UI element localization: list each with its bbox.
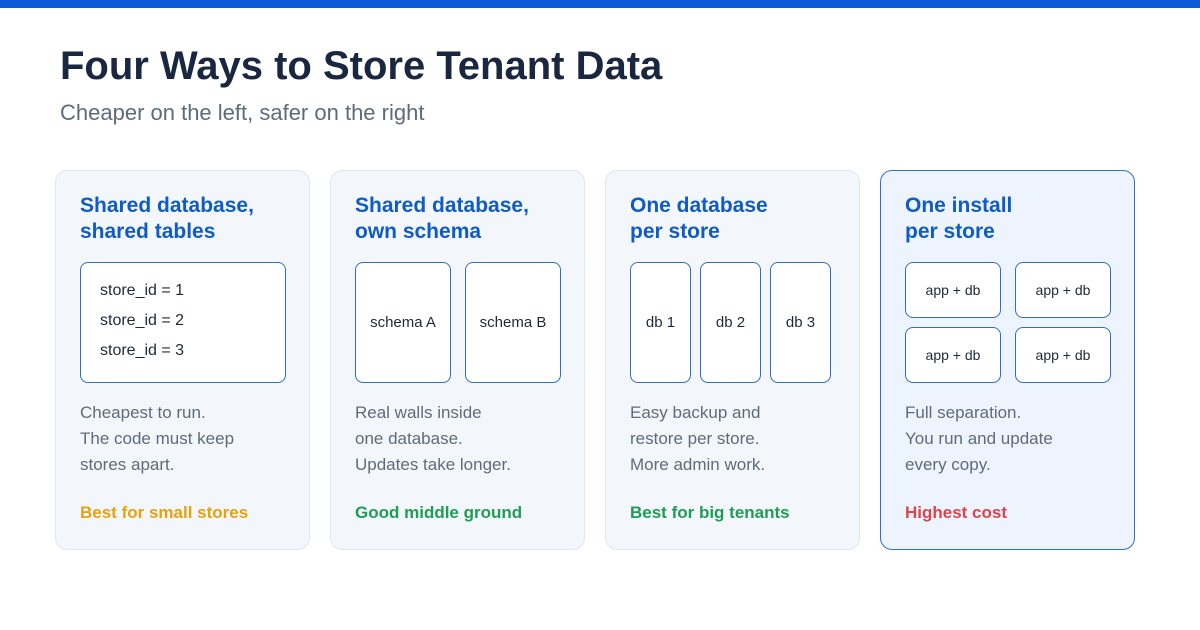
database-box: db 1 [630,262,691,383]
card-shared-tables: Shared database, shared tables store_id … [55,170,310,550]
card-verdict: Highest cost [905,503,1008,522]
card-title-line: One database [630,194,768,217]
description-line: restore per store. [630,429,760,448]
card-title-line: per store [905,220,995,243]
schema-box: schema A [355,262,451,383]
card-db-per-store: One database per store db 1 db 2 db 3 Ea… [605,170,860,550]
description-line: Easy backup and [630,403,761,422]
card-title: Shared database, own schema [355,193,529,245]
card-verdict: Good middle ground [355,503,523,522]
description-line: Updates take longer. [355,455,511,474]
card-title-line: per store [630,220,720,243]
top-accent-bar [0,0,1200,8]
card-title-line: shared tables [80,220,216,243]
page-title: Four Ways to Store Tenant Data [60,44,663,88]
install-box: app + db [905,327,1001,383]
card-title-line: Shared database, [355,194,529,217]
description-line: stores apart. [80,455,175,474]
card-verdict: Best for small stores [80,503,249,522]
page-subtitle: Cheaper on the left, safer on the right [60,100,425,125]
card-title-line: One install [905,194,1013,217]
card-title-line: Shared database, [80,194,254,217]
card-install-per-store: One install per store app + db app + db … [880,170,1135,550]
card-description: Easy backup and restore per store. More … [630,400,765,478]
install-box: app + db [1015,327,1111,383]
install-box: app + db [1015,262,1111,318]
description-line: The code must keep [80,429,235,448]
card-description: Real walls inside one database. Updates … [355,400,511,478]
table-row: store_id = 1 [100,282,185,299]
card-title: One install per store [905,193,1012,245]
card-description: Full separation. You run and update ever… [905,400,1053,478]
install-box: app + db [905,262,1001,318]
card-own-schema: Shared database, own schema schema A sch… [330,170,585,550]
card-title: One database per store [630,193,768,245]
table-row: store_id = 3 [100,342,185,359]
table-row: store_id = 2 [100,312,185,329]
description-line: Cheapest to run. [80,403,206,422]
description-line: every copy. [905,455,991,474]
card-title: Shared database, shared tables [80,193,254,245]
database-box: db 3 [770,262,831,383]
description-line: one database. [355,429,463,448]
card-description: Cheapest to run. The code must keep stor… [80,400,234,478]
schema-box: schema B [465,262,561,383]
shared-table-box: store_id = 1 store_id = 2 store_id = 3 [80,262,286,383]
database-box: db 2 [700,262,761,383]
card-title-line: own schema [355,220,482,243]
description-line: Full separation. [905,403,1022,422]
description-line: More admin work. [630,455,766,474]
description-line: You run and update [905,429,1053,448]
card-verdict: Best for big tenants [630,503,790,522]
description-line: Real walls inside [355,403,482,422]
